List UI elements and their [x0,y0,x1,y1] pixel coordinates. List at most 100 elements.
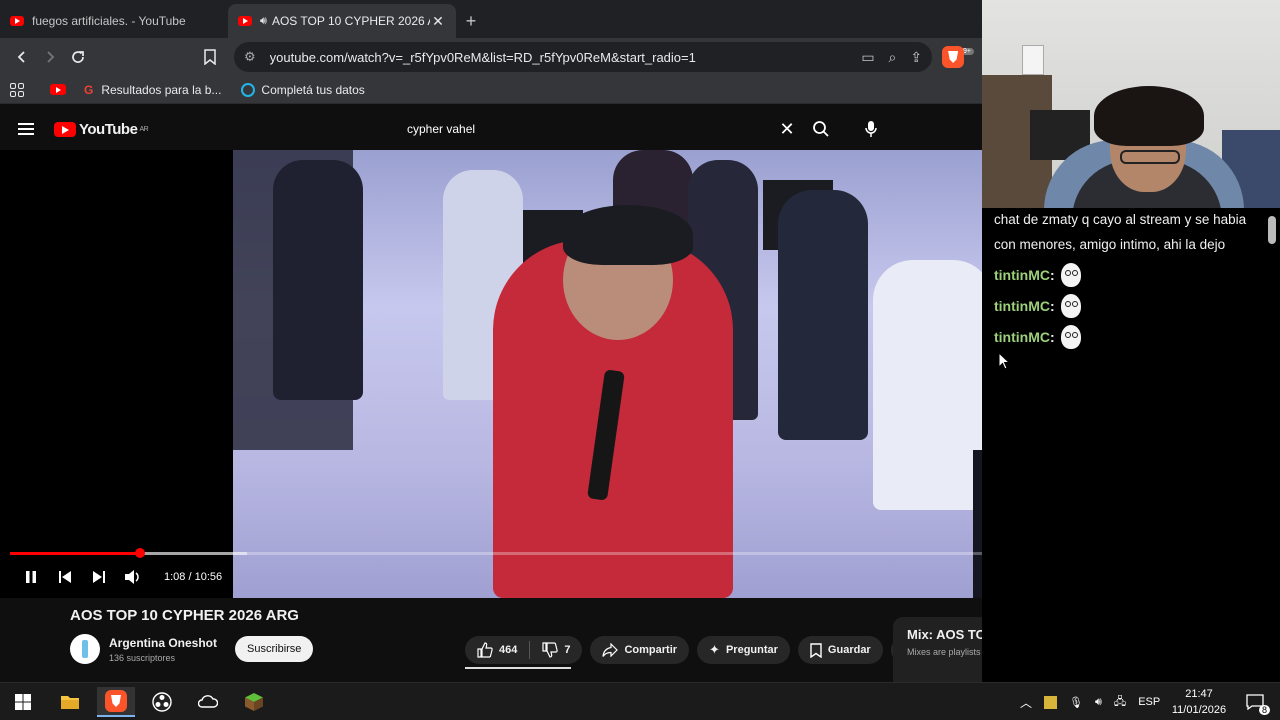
next-button[interactable] [82,562,116,592]
channel-name[interactable]: Argentina Oneshot [109,636,217,650]
start-button[interactable] [4,687,42,717]
volume-button[interactable] [116,562,150,592]
next-icon [93,571,105,583]
player-controls: 1:08 / 10:56 [0,560,982,594]
menu-icon[interactable] [18,123,34,135]
youtube-play-icon [54,121,76,137]
time-display: 1:08 / 10:56 [164,571,223,583]
bookmark-resultados[interactable]: G Resultados para la b... [84,83,221,97]
clock-date: 11/01/2026 [1171,704,1227,716]
video-player[interactable]: 1:08 / 10:56 [0,150,982,598]
minecraft-taskbar-button[interactable] [235,687,273,717]
tab-aos-top-10[interactable]: 🔊︎ AOS TOP 10 CYPHER 2026 AR ✕ [228,4,456,38]
person-shape [873,260,982,510]
back-button[interactable] [8,43,36,71]
thumbs-up-icon [477,642,493,658]
seek-bar[interactable] [10,548,982,558]
youtube-header: YouTube AR cypher vahel ✕ [0,108,982,150]
reload-button[interactable] [64,43,92,71]
bookmark-icon [810,642,822,658]
bookmark-page-button[interactable] [196,43,224,71]
youtube-bookmark-icon[interactable] [50,84,66,95]
chat-username: tintinMC [994,329,1050,345]
forward-button[interactable] [36,43,64,71]
new-tab-button[interactable]: + [456,4,486,38]
brave-icon [105,690,127,712]
emote-icon [1060,294,1081,318]
search-button[interactable] [806,114,836,144]
site-settings-icon[interactable]: ⚙ [244,49,256,65]
volume-icon [125,570,139,584]
like-button[interactable]: 464 [465,636,529,664]
youtube-favicon-icon [238,16,252,26]
seek-handle[interactable] [134,548,145,558]
save-label: Guardar [827,644,871,656]
cap-shape [563,205,693,265]
brave-taskbar-button[interactable] [97,687,135,717]
speaker-icon[interactable]: 🔊︎ [260,15,267,28]
cast-icon[interactable]: ▭ [861,49,874,66]
browser-tab-strip: fuegos artificiales. - YouTube 🔊︎ AOS TO… [0,0,982,38]
dislike-button[interactable]: 7 [530,636,582,664]
share-button[interactable]: Compartir [590,636,690,664]
brave-shields-icon[interactable] [942,46,965,68]
channel-avatar[interactable] [70,634,100,664]
like-ratio-bar [465,667,571,669]
apps-grid-icon[interactable] [10,82,24,97]
obs-taskbar-button[interactable] [143,687,181,717]
forward-arrow-icon [47,51,55,63]
tab-title: AOS TOP 10 CYPHER 2026 AR [271,14,430,28]
thumbs-down-icon [542,642,559,658]
youtube-favicon-icon [10,16,24,26]
chevron-up-icon[interactable]: ︿ [1020,694,1032,711]
network-icon[interactable]: 🖧 [1114,693,1126,712]
search-input[interactable]: cypher vahel ✕ [395,114,800,144]
previous-icon [59,571,71,583]
chat-line: con menores, amigo intimo, ahi la dejo [994,237,1226,252]
clear-search-icon[interactable]: ✕ [774,119,800,140]
tab-fuegos-artificiales[interactable]: fuegos artificiales. - YouTube [0,4,228,38]
search-query: cypher vahel [407,122,476,136]
bookmark-completa-datos[interactable]: Completá tus datos [241,82,365,97]
subscribe-button[interactable]: Suscribirse [235,636,314,662]
person-shape [778,190,868,440]
mouse-cursor-icon [998,351,1011,375]
share-icon[interactable]: ⇪ [910,49,922,66]
bookmarks-bar: G Resultados para la b... Completá tus d… [0,76,982,104]
microphone-icon[interactable]: 🎙︎ [1069,696,1083,709]
share-label: Compartir [624,644,678,656]
chat-message: tintinMC: [994,263,1081,287]
file-explorer-button[interactable] [51,687,89,717]
notification-count: 8 [1258,705,1270,715]
volume-icon[interactable]: 🔊︎ [1095,696,1102,709]
page-scrollbar[interactable] [1268,216,1276,244]
emote-icon [1060,325,1081,349]
windows-taskbar: ︿ 🎙︎ 🔊︎ 🖧 ESP 21:47 11/01/2026 8 [0,682,1280,720]
app-taskbar-button[interactable] [189,687,227,717]
pause-button[interactable] [14,562,48,592]
google-icon: G [84,82,94,97]
youtube-logo[interactable]: YouTube AR [54,121,149,138]
grass-block-icon [245,693,263,711]
like-dislike-group: 464 7 [465,636,583,664]
zoom-icon[interactable]: ⌕ [889,49,897,66]
video-frame[interactable] [233,150,982,598]
clock[interactable]: 21:47 11/01/2026 [1168,686,1230,718]
folder-icon [61,696,79,709]
ask-button[interactable]: ✦ Preguntar [697,636,790,664]
pause-icon [26,571,36,583]
save-button[interactable]: Guardar [797,636,883,664]
chat-username: tintinMC [994,298,1050,314]
obs-icon [152,692,172,712]
glasses-shape [1120,150,1180,164]
voice-search-button[interactable] [856,114,886,144]
close-tab-icon[interactable]: ✕ [430,13,446,30]
stream-chat-overlay: chat de zmaty q cayo al stream y se habi… [982,208,1280,682]
ring-icon [241,82,256,97]
notifications-button[interactable]: 8 [1236,687,1274,717]
person-shape [273,160,363,400]
previous-button[interactable] [48,562,82,592]
tray-app-icon[interactable] [1044,695,1058,709]
address-field[interactable]: ⚙ youtube.com/watch?v=_r5fYpv0ReM&list=R… [234,42,933,72]
language-indicator[interactable]: ESP [1138,696,1160,708]
